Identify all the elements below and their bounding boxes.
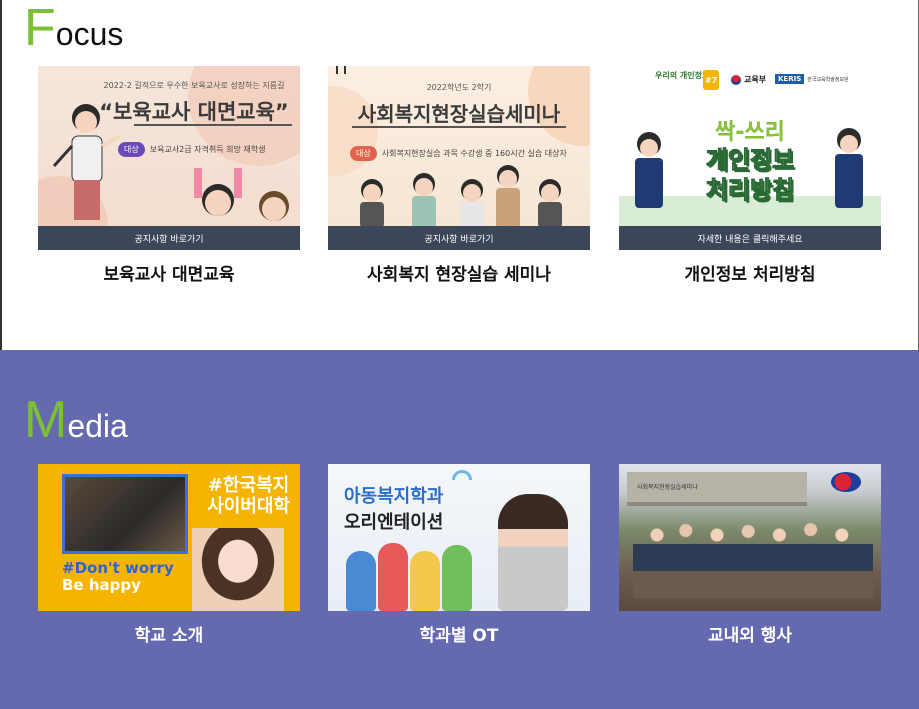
target-text: 사회복지현장실습 과목 수강생 중 160시간 실습 대상자: [381, 149, 567, 158]
card-notice-strip[interactable]: 공지사항 바로가기: [328, 226, 590, 250]
ministry-emblem-icon: [731, 74, 741, 85]
card-caption[interactable]: 사회복지 현장실습 세미나: [328, 260, 590, 285]
rainbow-icon: [452, 470, 472, 480]
hashtag-school-name: #한국복지 사이버대학: [207, 475, 290, 517]
card-subtitle: 2022-2 길적으로 우수한 보육교사로 성장하는 지름길: [103, 81, 285, 90]
teacher-illustration: [52, 104, 121, 220]
frame-edge-left: [0, 0, 2, 350]
media-section-title: M edia: [24, 394, 128, 446]
slogan-line-2: Be happy: [62, 575, 141, 594]
card-headline: 사회복지현장실습세미나: [357, 102, 561, 126]
card-notice-strip[interactable]: 공지사항 바로가기: [38, 226, 300, 250]
card-caption[interactable]: 학교 소개: [38, 621, 300, 646]
media-title-initial: M: [24, 391, 68, 449]
card-caption[interactable]: 보육교사 대면교육: [38, 260, 300, 285]
privacy-badge-number: #7: [703, 70, 719, 90]
ministry-name: 교육부: [744, 75, 767, 84]
focus-card-thumbnail[interactable]: 우리의 개인정보 #7 교육부 KERIS 한국교육학술정보원 싹-쓰리 개인정…: [619, 66, 881, 250]
decor-tick: [344, 66, 346, 74]
privacy-badge-text: 우리의 개인정보: [655, 71, 710, 80]
presenter-photo: [192, 528, 284, 611]
hashtag-slogan: #Don't worry Be happy: [62, 560, 174, 593]
children-illustration: [194, 168, 289, 221]
hashtag-line-1: #한국복지: [207, 475, 290, 496]
target-text: 보육교사2급 자격취득 희망 재학생: [149, 145, 266, 154]
media-card-campus-events[interactable]: 사회복지현장실습세미나 교내외 행사: [619, 464, 881, 646]
focus-section-title: F ocus: [24, 2, 123, 54]
focus-section: F ocus 2022-2 길적으로 우수한 보육교사로 성장하는 지름길 “보…: [0, 0, 919, 350]
students-illustration: [360, 165, 562, 228]
media-video-thumbnail[interactable]: 사회복지현장실습세미나: [619, 464, 881, 611]
focus-card-thumbnail[interactable]: 2022학년도 2학기 사회복지현장실습세미나 대상 사회복지현장실습 과목 수…: [328, 66, 590, 250]
card-caption[interactable]: 개인정보 처리방침: [619, 260, 881, 285]
presenter-photo: [498, 494, 568, 611]
kid-illustration: [378, 543, 408, 611]
slogan-line-1: #Don't worry: [62, 559, 174, 577]
focus-title-initial: F: [24, 0, 56, 57]
keris-mark: KERIS: [775, 74, 805, 84]
focus-card-teacher-education[interactable]: 2022-2 길적으로 우수한 보육교사로 성장하는 지름길 “보육교사 대면교…: [38, 66, 300, 285]
student-left-illustration: [635, 132, 663, 208]
hashtag-line-2: 사이버대학: [207, 495, 290, 517]
ministry-logo: 교육부: [731, 74, 766, 85]
building-sign: 사회복지현장실습세미나: [637, 484, 698, 491]
student-right-illustration: [835, 128, 863, 208]
taegeuk-flag-icon: [831, 472, 861, 492]
headline-underline: [352, 126, 566, 128]
media-video-thumbnail[interactable]: 아동복지학과 오리엔테이션: [328, 464, 590, 611]
focus-card-field-practice-seminar[interactable]: 2022학년도 2학기 사회복지현장실습세미나 대상 사회복지현장실습 과목 수…: [328, 66, 590, 285]
card-subtitle: 2022학년도 2학기: [426, 83, 492, 92]
card-caption[interactable]: 교내외 행사: [619, 621, 881, 646]
card-caption[interactable]: 학과별 OT: [328, 621, 590, 646]
video-title-line-2: 오리엔테이션: [344, 512, 444, 533]
media-card-school-intro[interactable]: #한국복지 사이버대학 #Don't worry Be happy 학교 소개: [38, 464, 300, 646]
target-tag: 대상: [350, 146, 377, 161]
video-title-line-1: 아동복지학과: [344, 486, 444, 507]
group-photo: [633, 508, 873, 598]
decor-tick: [336, 66, 338, 74]
building-photo: 사회복지현장실습세미나: [627, 472, 807, 506]
headline-underline: [134, 124, 292, 126]
focus-title-rest: ocus: [55, 16, 124, 52]
media-title-rest: edia: [67, 408, 128, 444]
kid-illustration: [442, 545, 472, 611]
keris-full-name: 한국교육학술정보원: [807, 76, 849, 83]
graduation-photo: [62, 474, 188, 554]
card-target: 대상 보육교사2급 자격취득 희망 재학생: [118, 142, 266, 157]
media-card-department-ot[interactable]: 아동복지학과 오리엔테이션 학과별 OT: [328, 464, 590, 646]
media-video-thumbnail[interactable]: #한국복지 사이버대학 #Don't worry Be happy: [38, 464, 300, 611]
card-notice-strip[interactable]: 자세한 내용은 클릭해주세요: [619, 226, 881, 250]
kid-illustration: [346, 551, 376, 611]
focus-card-privacy-policy[interactable]: 우리의 개인정보 #7 교육부 KERIS 한국교육학술정보원 싹-쓰리 개인정…: [619, 66, 881, 285]
keris-logo: KERIS 한국교육학술정보원: [775, 74, 849, 84]
kid-illustration: [410, 551, 440, 611]
focus-card-thumbnail[interactable]: 2022-2 길적으로 우수한 보육교사로 성장하는 지름길 “보육교사 대면교…: [38, 66, 300, 250]
card-target: 대상 사회복지현장실습 과목 수강생 중 160시간 실습 대상자: [350, 146, 567, 161]
